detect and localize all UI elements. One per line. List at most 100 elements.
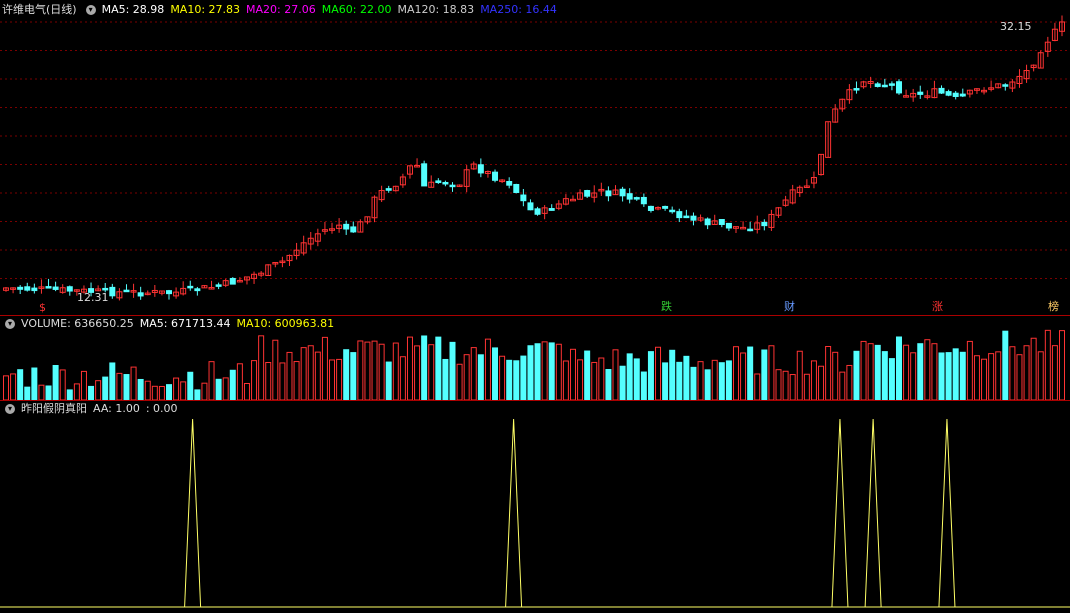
candle-body [449,184,456,188]
news-marker-bang[interactable]: 榜 [1048,301,1059,313]
candle-body [676,211,683,219]
volume-bar [144,380,151,400]
volume-bar [293,361,300,400]
volume-bar [329,359,336,400]
price-chart [0,15,1070,301]
candle-body [506,181,513,186]
volume-bar [825,345,832,400]
candle-body [31,287,38,292]
volume-bar [839,371,846,400]
volume-bar [357,340,364,400]
volume-bar [137,378,144,400]
volume-bar [258,335,265,400]
volume-bar [499,355,506,400]
volume-bar [683,355,690,400]
volume-bar [59,369,66,400]
volume-bar [385,361,392,400]
volume-bar [102,376,109,400]
volume-bar [243,382,250,400]
candle-body [718,219,725,225]
candle-body [938,87,945,94]
news-marker-die[interactable]: 跌 [661,301,672,313]
high-price-label: 32.15 [1000,20,1032,33]
candle-body [385,188,392,191]
volume-bar [888,358,895,400]
volume-bar [669,349,676,400]
volume-bar [966,340,973,400]
signal-spike [831,418,849,608]
candle-body [952,92,959,97]
volume-bar [881,351,888,400]
volume-bar [626,353,633,400]
volume-bar [1044,329,1051,400]
candle-body [477,164,484,174]
signal-spike [938,418,956,608]
volume-bar [874,344,881,400]
candle-body [435,180,442,184]
volume-bar [924,339,931,400]
volume-bar [371,340,378,400]
candle-body [137,292,144,297]
volume-bar [421,335,428,400]
chevron-down-icon[interactable]: ▾ [5,319,15,329]
volume-bar [853,350,860,400]
candle-body [229,277,236,285]
volume-bar [995,351,1002,400]
volume-bar [640,371,647,400]
volume-bar [38,384,45,400]
candle-body [513,183,520,193]
volume-bar [747,346,754,400]
volume-bar [520,355,527,400]
candle-body [683,215,690,219]
volume-bar [584,350,591,400]
volume-bar [527,345,534,400]
volume-bar [392,342,399,400]
volume-bar [229,369,236,400]
volume-bar [484,338,491,400]
candle-body [584,190,591,197]
candle-body [123,289,130,293]
indicator-header: ▾ 昨阳假阴真阳 AA: 1.00: 0.00 [2,402,184,416]
volume-bar [435,336,442,400]
volume-bar [173,377,180,400]
volume-panel: ▾ VOLUME: 636650.25 MA5: 671713.44 MA10: 60… [0,316,1070,400]
volume-bar [973,355,980,400]
news-marker-zhang[interactable]: 涨 [932,301,943,313]
volume-bar [548,342,555,400]
news-marker-cai[interactable]: 财 [784,301,795,313]
signal-spike [184,418,202,608]
candle-body [959,93,966,97]
volume-bar [981,358,988,400]
volume-bar [17,369,24,400]
volume-bar [605,369,612,400]
candle-body [102,287,109,291]
volume-bar [180,381,187,400]
volume-bar [272,339,279,400]
volume-bar [619,365,626,400]
volume-bar [1037,351,1044,400]
volume-bar [577,359,584,400]
candle-body [109,286,116,297]
candle-body [945,91,952,96]
candle-body [874,83,881,87]
volume-bar [846,364,853,400]
volume-bar [88,385,95,400]
candle-body [520,194,527,202]
candle-body [647,205,654,211]
volume-bar [24,386,31,400]
volume-bar [796,350,803,400]
volume-bar [697,361,704,400]
indicator-title: 昨阳假阴真阳 [21,402,87,415]
candle-body [215,284,222,287]
candle-body [187,285,194,289]
volume-bar [711,359,718,400]
volume-bar [1002,330,1009,400]
low-price-marker: $ [39,301,46,314]
chevron-down-icon[interactable]: ▾ [5,404,15,414]
volume-bar [803,373,810,400]
price-panel: 许维电气(日线) ▾ MA5: 28.98 MA10: 27.83 MA20: 27.0… [0,0,1070,316]
volume-bar [1059,330,1065,400]
candle-body [881,84,888,88]
volume-bar [130,366,137,400]
volume-bar [534,343,541,400]
